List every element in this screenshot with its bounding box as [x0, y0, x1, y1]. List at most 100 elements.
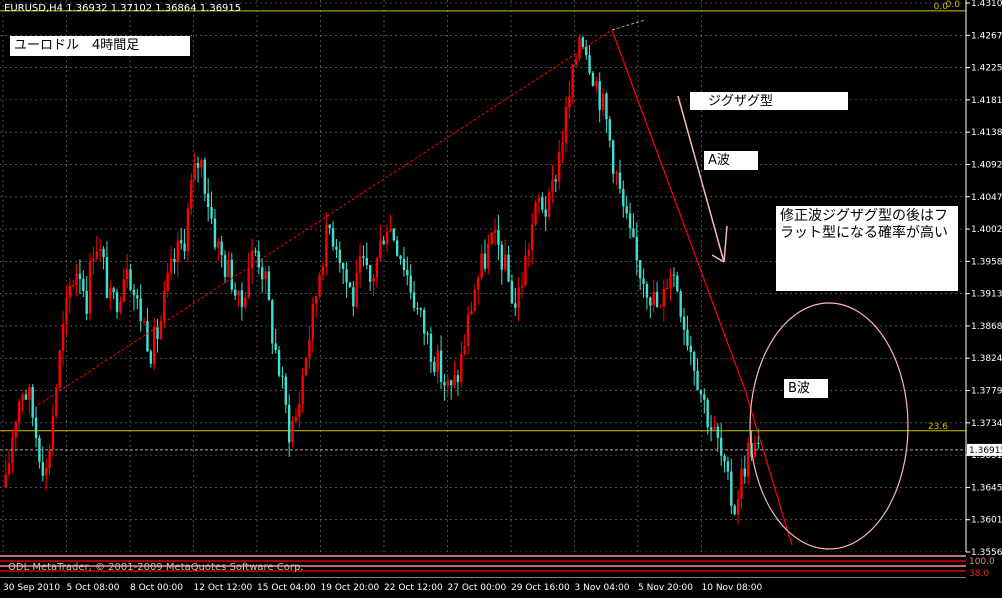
price-chart[interactable]: 0.023.60.0 1.431051.426751.422501.418101… — [0, 0, 1002, 594]
candle-body — [119, 301, 122, 312]
candle-body — [605, 93, 608, 120]
candle-body — [51, 415, 55, 450]
candle-body — [460, 354, 463, 383]
candle-body — [196, 162, 200, 168]
title-note[interactable]: ユーロドル 4時間足 — [10, 36, 190, 56]
candle-body — [206, 193, 210, 208]
candle-body — [318, 275, 321, 297]
candle-body — [328, 224, 331, 229]
price-tick-label: 1.37790 — [971, 387, 1002, 397]
candle-body — [385, 231, 389, 245]
candle-body — [267, 271, 271, 301]
candle-body — [230, 259, 234, 290]
candle-body — [544, 209, 547, 217]
candle-body — [672, 274, 676, 276]
candle-body — [304, 357, 308, 376]
candle-body — [183, 243, 186, 252]
candle-body — [136, 295, 139, 299]
candle-body — [301, 375, 304, 404]
candle-body — [476, 277, 480, 290]
candle-body — [335, 246, 338, 250]
price-tick-label: 1.42250 — [971, 64, 1002, 74]
time-tick-label: 22 Oct 12:00 — [384, 583, 443, 593]
candle-body — [706, 399, 709, 428]
candle-body — [41, 462, 45, 476]
correction-note[interactable]: 修正波ジグザグ型の後はフラット型になる確率が高い — [776, 206, 958, 291]
candle-body — [399, 255, 402, 259]
candle-body — [611, 140, 615, 174]
candle-body — [635, 237, 639, 261]
zigzag-note[interactable]: ジグザグ型 — [690, 92, 848, 110]
candle-body — [571, 65, 574, 97]
time-tick-label: 10 Nov 08:00 — [702, 583, 763, 593]
candle-body — [703, 394, 706, 400]
price-tick-label: 1.40920 — [971, 160, 1002, 170]
candle-body — [547, 191, 551, 217]
candle-body — [7, 463, 11, 475]
candle-body — [598, 81, 601, 110]
candle-body — [689, 345, 693, 353]
candle-body — [524, 255, 527, 286]
candle-body — [453, 375, 456, 386]
candle-body — [281, 375, 284, 377]
candle-body — [726, 461, 730, 472]
candle-body — [217, 241, 220, 248]
candle-body — [490, 232, 493, 244]
candle-body — [68, 285, 72, 298]
candle-body — [659, 306, 662, 308]
wave-a-note[interactable]: A波 — [704, 151, 758, 170]
price-tick-label: 1.39580 — [971, 257, 1002, 267]
candle-body — [446, 380, 450, 386]
candle-body — [85, 290, 88, 314]
candle-body — [173, 258, 176, 263]
wave-b-note[interactable]: B波 — [784, 379, 828, 398]
candle-body — [520, 285, 524, 288]
candle-body — [163, 290, 166, 322]
price-tick-label: 1.42675 — [971, 31, 1002, 41]
candle-body — [291, 420, 294, 443]
time-tick-label: 30 Sep 2010 — [3, 583, 60, 593]
candle-body — [416, 308, 419, 310]
price-tick-label: 1.38680 — [971, 322, 1002, 332]
candle-body — [487, 243, 490, 269]
price-tick-label: 1.39130 — [971, 290, 1002, 300]
candle-body — [625, 206, 628, 214]
candle-body — [733, 505, 736, 515]
candle-body — [24, 394, 28, 400]
candle-body — [44, 468, 48, 476]
candle-body — [31, 387, 34, 418]
candle-body — [554, 179, 558, 182]
candle-body — [723, 455, 726, 462]
candle-body — [746, 442, 750, 477]
candle-body — [500, 244, 504, 270]
time-tick-label: 29 Oct 16:00 — [511, 583, 570, 593]
current-price-label: 1.36915 — [969, 446, 1002, 456]
candle-body — [179, 240, 183, 244]
candle-body — [345, 269, 348, 283]
price-tick-label: 1.41810 — [971, 96, 1002, 106]
time-tick-label: 3 Nov 04:00 — [575, 583, 630, 593]
candle-body — [58, 350, 61, 388]
price-tick-label: 1.38240 — [971, 354, 1002, 364]
candle-body — [736, 498, 740, 515]
candle-body — [311, 303, 315, 340]
candle-body — [122, 278, 126, 302]
candle-body — [95, 251, 99, 259]
candle-body — [595, 81, 598, 86]
candle-body — [517, 287, 520, 308]
time-tick-label: 5 Oct 08:00 — [67, 583, 120, 593]
candle-body — [365, 258, 369, 266]
candle-body — [247, 268, 250, 298]
candle-body — [125, 269, 129, 279]
candle-body — [493, 230, 497, 233]
candle-body — [193, 162, 196, 181]
time-tick-label: 15 Oct 04:00 — [257, 583, 316, 593]
chart-area[interactable]: 0.023.60.0 1.431051.426751.422501.418101… — [0, 0, 1002, 594]
candle-body — [78, 273, 82, 279]
candle-body — [152, 326, 156, 364]
candle-body — [210, 207, 213, 219]
candle-body — [676, 275, 679, 292]
candle-body — [470, 311, 473, 315]
candle-body — [649, 297, 652, 306]
candle-body — [419, 308, 423, 311]
